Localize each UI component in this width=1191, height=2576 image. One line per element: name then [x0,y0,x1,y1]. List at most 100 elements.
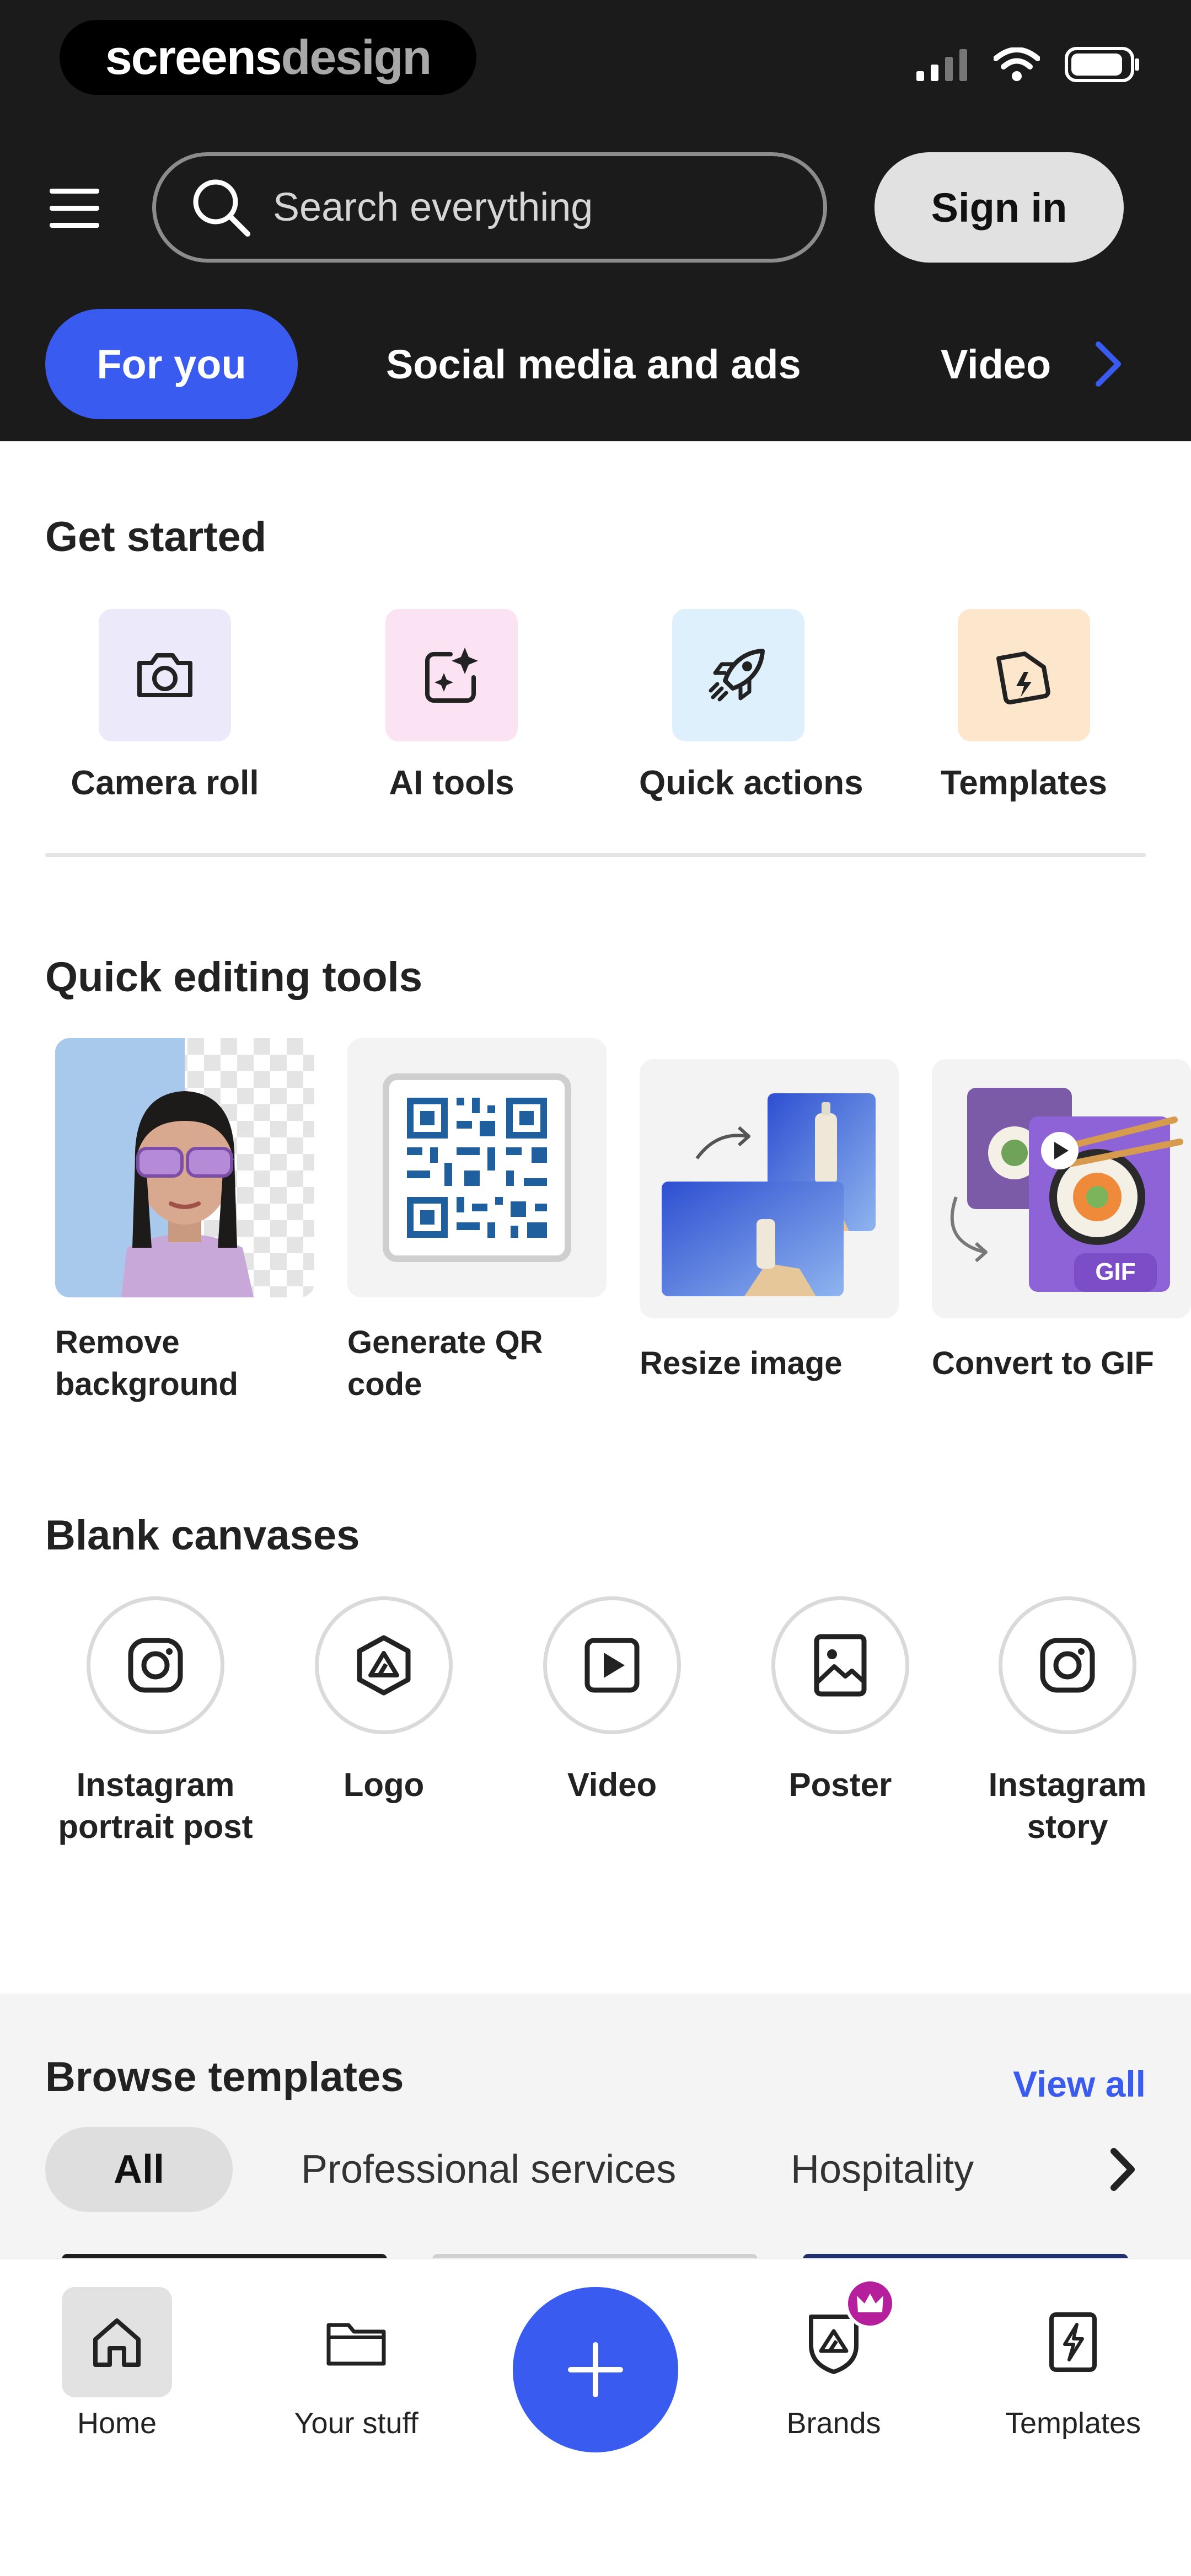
logo-label: Logo [343,1766,425,1803]
templates-icon [996,651,1050,704]
nav-home[interactable]: Home [34,2287,200,2440]
create-new-button[interactable] [513,2287,678,2452]
instagram-portrait-post-circle [87,1596,224,1734]
qr-code-image [347,1038,607,1297]
section-divider [45,853,1146,857]
poster-label: Poster [788,1766,892,1803]
chevron-right-icon[interactable] [1081,336,1136,392]
remove-background-card[interactable]: Remove background [55,1038,314,1405]
nav-templates[interactable]: Templates [990,2287,1156,2440]
templates-item[interactable]: Templates [925,609,1123,803]
instagram-portrait-post-label: Instagram portrait post [58,1766,253,1845]
search-placeholder: Search everything [273,185,593,229]
generate-qr-code-card[interactable]: Generate QR code [347,1038,607,1405]
video-circle [543,1596,681,1734]
instagram-icon [128,1638,183,1693]
camera-roll-label: Camera roll [71,764,259,802]
convert-to-gif-label: Convert to GIF [932,1345,1154,1381]
poster-item[interactable]: Poster [736,1596,945,1806]
nav-brands-label: Brands [786,2407,881,2440]
camera-roll-tile [99,609,231,741]
rocket-icon [709,649,765,702]
video-item[interactable]: Video [507,1596,717,1806]
poster-icon [814,1634,867,1697]
convert-to-gif-thumbnail: GIF [932,1059,1191,1318]
watermark-text-b: design [281,30,432,84]
signal-icon [916,49,967,81]
ai-tools-item[interactable]: AI tools [352,609,551,803]
plus-icon [568,2342,623,2397]
templates-label: Templates [940,764,1108,802]
convert-to-gif-card[interactable]: GIF Convert to GIF [932,1059,1191,1385]
resize-image-label: Resize image [640,1345,843,1381]
generate-qr-code-label: Generate QR code [347,1324,543,1402]
resize-image-thumbnail [640,1059,899,1318]
tab-video[interactable]: Video [941,309,1051,419]
resize-image-card[interactable]: Resize image [640,1059,899,1385]
remove-background-label: Remove background [55,1324,238,1402]
nav-your-stuff-box [301,2287,411,2397]
video-icon [584,1638,640,1693]
sushi-gif-illustration: GIF [932,1059,1191,1318]
browse-templates-title: Browse templates [45,2054,404,2101]
quick-actions-label: Quick actions [639,764,863,802]
nav-home-label: Home [77,2407,157,2440]
crown-icon [857,2294,883,2312]
instagram-story-label: Instagram story [988,1766,1147,1845]
logo-circle [315,1596,453,1734]
quick-actions-item[interactable]: Quick actions [639,609,863,803]
video-label: Video [567,1766,657,1803]
app-header: screens design Search everything Sign in… [0,0,1191,441]
watermark-text-a: screens [105,30,282,84]
ai-tools-label: AI tools [389,764,514,802]
filter-chip-all[interactable]: All [45,2127,233,2212]
nav-templates-label: Templates [1005,2407,1141,2440]
battery-icon [1065,47,1139,82]
woman-portrait-image [55,1038,314,1297]
quick-editing-title: Quick editing tools [45,954,423,1001]
instagram-portrait-post-item[interactable]: Instagram portrait post [51,1596,260,1848]
hamburger-menu-icon[interactable] [50,189,99,228]
instagram-icon [1040,1638,1095,1693]
ai-sparkle-icon [425,648,478,703]
logo-icon [357,1635,411,1696]
bottom-navigation: Home Your stuff Brands Templates [0,2259,1191,2576]
templates-icon [1049,2312,1097,2372]
wifi-icon [994,47,1040,81]
premium-crown-badge [845,2278,895,2329]
search-icon [193,179,250,237]
gif-badge-text: GIF [1095,1258,1135,1285]
category-tabs: For you Social media and ads Video [0,309,1191,419]
ai-tools-tile [385,609,518,741]
instagram-story-item[interactable]: Instagram story [963,1596,1172,1848]
search-row: Search everything Sign in [0,152,1191,265]
folder-icon [326,2323,386,2366]
view-all-link[interactable]: View all [1013,2063,1146,2105]
home-icon [93,2318,141,2367]
resize-image-illustration [640,1059,899,1318]
nav-your-stuff[interactable]: Your stuff [273,2287,439,2440]
tab-for-you[interactable]: For you [45,309,298,419]
templates-tile [958,609,1090,741]
nav-templates-box [1018,2287,1128,2397]
filter-chip-hospitality[interactable]: Hospitality [791,2127,974,2212]
get-started-title: Get started [45,514,267,560]
sign-in-button[interactable]: Sign in [875,152,1124,263]
instagram-story-circle [999,1596,1136,1734]
camera-icon [137,653,192,697]
logo-item[interactable]: Logo [279,1596,489,1806]
nav-home-highlight [62,2287,172,2397]
status-bar [914,46,1141,83]
blank-canvases-title: Blank canvases [45,1512,360,1559]
nav-your-stuff-label: Your stuff [294,2407,419,2440]
quick-actions-tile [672,609,804,741]
camera-roll-item[interactable]: Camera roll [66,609,264,803]
poster-circle [771,1596,909,1734]
search-input[interactable]: Search everything [152,152,827,263]
chevron-right-icon[interactable] [1097,2145,1147,2194]
filter-chip-professional-services[interactable]: Professional services [301,2127,676,2212]
tab-social-media-and-ads[interactable]: Social media and ads [386,309,801,419]
generate-qr-code-thumbnail [347,1038,607,1297]
remove-background-thumbnail [55,1038,314,1297]
screensdesign-watermark: screens design [60,20,476,95]
